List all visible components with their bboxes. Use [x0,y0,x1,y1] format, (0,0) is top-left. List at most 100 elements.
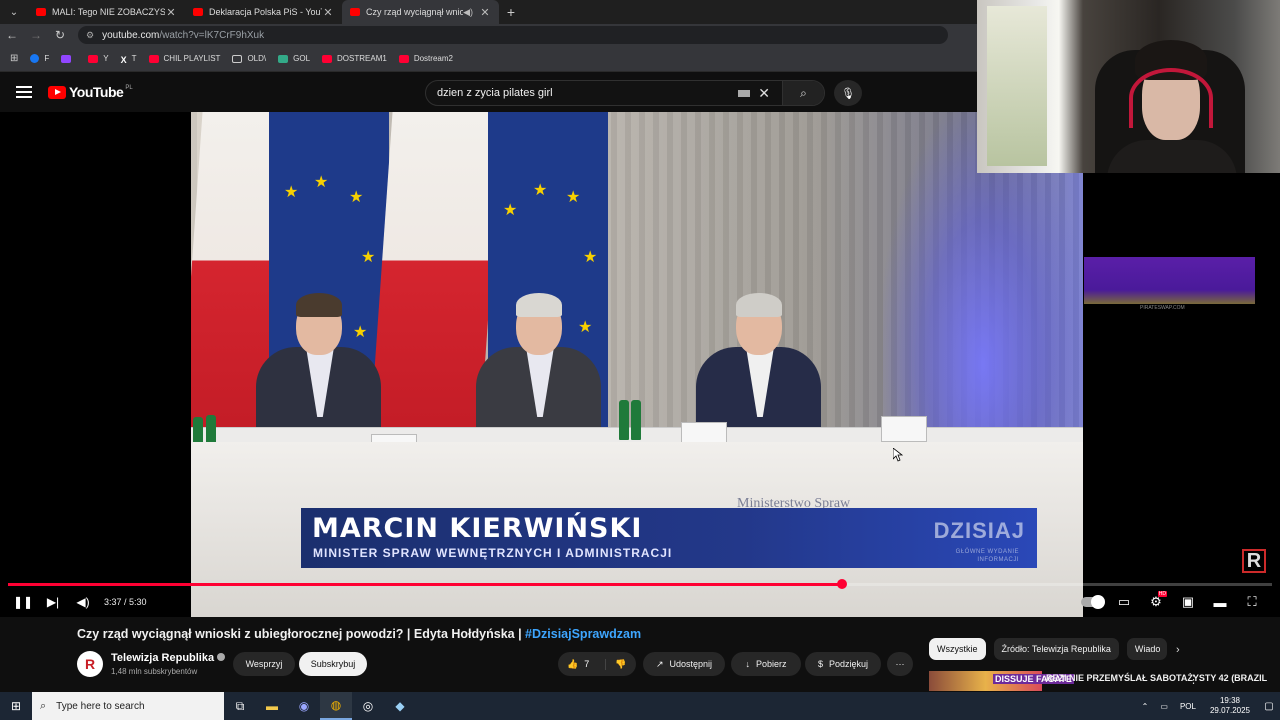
side-banner-label: PIRATESWAP.COM [1140,305,1185,311]
like-button[interactable]: 👍 7 [558,658,606,670]
hashtag-link[interactable]: #DzisiajSprawdzam [525,627,641,641]
tray-chevron-icon[interactable]: ⌃ [1142,702,1149,711]
youtube-favicon-icon [36,8,46,16]
thumbs-up-icon: 👍 [567,658,579,669]
gol-icon [278,54,289,63]
channel-avatar[interactable]: R [77,651,103,677]
clock[interactable]: 19:38 29.07.2025 [1210,696,1250,716]
notifications-icon[interactable]: ▢ [1258,701,1280,712]
autoplay-toggle[interactable] [1076,595,1108,609]
obs-icon[interactable]: ◎ [352,692,384,720]
bookmark-f[interactable]: F [30,54,49,63]
bookmark-twitch[interactable] [61,54,76,63]
water-bottle [631,400,641,440]
volume-icon[interactable]: ◀) [68,595,98,609]
windows-start-icon[interactable]: ⊞ [0,699,32,713]
chevron-right-icon[interactable]: › [1176,644,1180,656]
thumbs-down-icon: 👎 [615,658,627,669]
new-tab-button[interactable]: + [499,4,523,20]
keyboard-icon[interactable] [738,89,751,97]
menu-icon[interactable] [16,86,32,98]
back-icon[interactable]: ← [0,28,24,42]
youtube-icon [88,54,99,63]
chip-source[interactable]: Źródło: Telewizja Republika [993,638,1119,660]
recommendation-title[interactable]: REZI NIE PRZEMYŚLAŁ SABOTAŻYSTY 42 (BRAZ… [1046,673,1267,683]
subtitles-icon[interactable]: ▭ [1108,594,1140,610]
browser-tab-3[interactable]: Czy rząd wyciągnął wniosk ◀) ✕ [342,0,499,24]
video-frame[interactable]: ★ ★ ★ ★ ★ ★ ★ ★ ★ ★ Ministerstwo Spraw MARCIN KI… [191,112,1083,617]
bookmark-dostream1[interactable]: DOSTREAM1 [322,54,387,63]
time-display: 3:37 / 5:30 [104,597,147,607]
chrome-icon[interactable]: ◍ [320,692,352,720]
channel-name[interactable]: Telewizja Republika [111,652,226,664]
youtube-logo[interactable]: YouTube PL [48,84,133,100]
like-dislike-group: 👍 7 👎 [558,652,636,676]
share-button[interactable]: ↗ Udostępnij [643,652,725,676]
network-icon[interactable]: ▭ [1160,702,1168,711]
bookmark-chil-playlist[interactable]: CHIL PLAYLIST [148,54,220,63]
bookmark-gol[interactable]: GOL [278,54,310,63]
close-tab-icon[interactable]: ✕ [165,6,177,19]
voice-search-icon[interactable]: 🎙 [834,80,862,106]
search-icon: ⌕ [40,699,47,712]
task-view-icon[interactable]: ⧉ [224,692,256,720]
close-tab-icon[interactable]: ✕ [322,6,334,19]
dislike-button[interactable]: 👎 [606,659,636,670]
fullscreen-icon[interactable]: ⛶ [1236,594,1268,610]
thanks-button[interactable]: $ Podziękuj [805,652,881,676]
browser-tab-2[interactable]: Deklaracja Polska PiS - YouTube ✕ [185,0,342,24]
forward-icon[interactable]: → [24,28,48,42]
discord-icon[interactable]: ◉ [288,692,320,720]
youtube-icon [398,54,409,63]
next-icon[interactable]: ▶| [38,595,68,609]
cam-window [987,6,1047,166]
bookmark-old-folder[interactable]: OLD\ [232,54,266,63]
download-button[interactable]: ↓ Pobierz [731,652,801,676]
support-button[interactable]: Wesprzyj [233,652,295,676]
tab-title: Deklaracja Polska PiS - YouTube [209,7,322,17]
reload-icon[interactable]: ↻ [48,28,72,42]
address-bar[interactable]: ⚙ youtube.com/watch?v=lK7CrF9hXuk [78,26,948,44]
clear-search-icon[interactable]: ✕ [758,85,770,102]
thanks-icon: $ [817,659,823,669]
search-button[interactable]: ⌕ [782,81,824,105]
miniplayer-icon[interactable]: ▣ [1172,594,1204,610]
bookmark-y[interactable]: Y [88,54,109,63]
search-input[interactable]: dzien z zycia pilates girl [426,87,738,99]
more-actions-button[interactable]: ··· [887,652,913,676]
settings-icon[interactable]: ⚙ [1140,591,1172,610]
apps-grid-icon[interactable]: ⊞ [10,53,18,64]
side-banner-ad[interactable] [1084,257,1255,304]
chip-all[interactable]: Wszystkie [929,638,986,660]
tab-search-icon[interactable]: ⌄ [0,0,28,24]
language-indicator[interactable]: POL [1180,702,1196,711]
youtube-play-icon [48,85,66,99]
progress-fill [8,583,843,586]
search-box[interactable]: dzien z zycia pilates girl ✕ ⌕ [425,80,825,106]
theater-mode-icon[interactable]: ▬ [1204,595,1236,610]
app-icon[interactable]: ◆ [384,692,416,720]
twitch-icon [61,54,72,63]
subscribe-button[interactable]: Subskrybuj [299,652,367,676]
file-explorer-icon[interactable]: ▬ [256,692,288,720]
channel-watermark-logo: R [1242,549,1266,573]
speaker-center [471,293,601,457]
chip-news[interactable]: Wiado [1126,638,1167,660]
kebab-menu-icon[interactable]: ⋮ [1188,673,1199,686]
youtube-favicon-icon [350,8,360,16]
region-code: PL [125,85,133,91]
taskbar-search[interactable]: ⌕ Type here to search [32,692,224,720]
pause-icon[interactable]: ❚❚ [8,595,38,609]
video-player[interactable]: ★ ★ ★ ★ ★ ★ ★ ★ ★ ★ Ministerstwo Spraw MARCIN KI… [0,112,1280,617]
speaker-icon[interactable]: ◀) [463,7,473,18]
progress-bar[interactable] [8,579,1272,589]
close-tab-icon[interactable]: ✕ [479,6,491,19]
folder-icon [232,54,243,63]
browser-tab-1[interactable]: MALI: Tego NIE ZOBACZYSZ w ✕ [28,0,185,24]
video-details: Czy rząd wyciągnął wnioski z ubiegłorocz… [0,617,1280,691]
bookmark-dostream2[interactable]: Dostream2 [398,54,453,63]
bookmark-t[interactable]: XT [121,54,137,65]
site-info-icon[interactable]: ⚙ [86,30,94,41]
show-logo-text: DZISIAJ [933,518,1025,543]
player-right-controls: ▭ ⚙ ▣ ▬ ⛶ [1076,590,1268,614]
